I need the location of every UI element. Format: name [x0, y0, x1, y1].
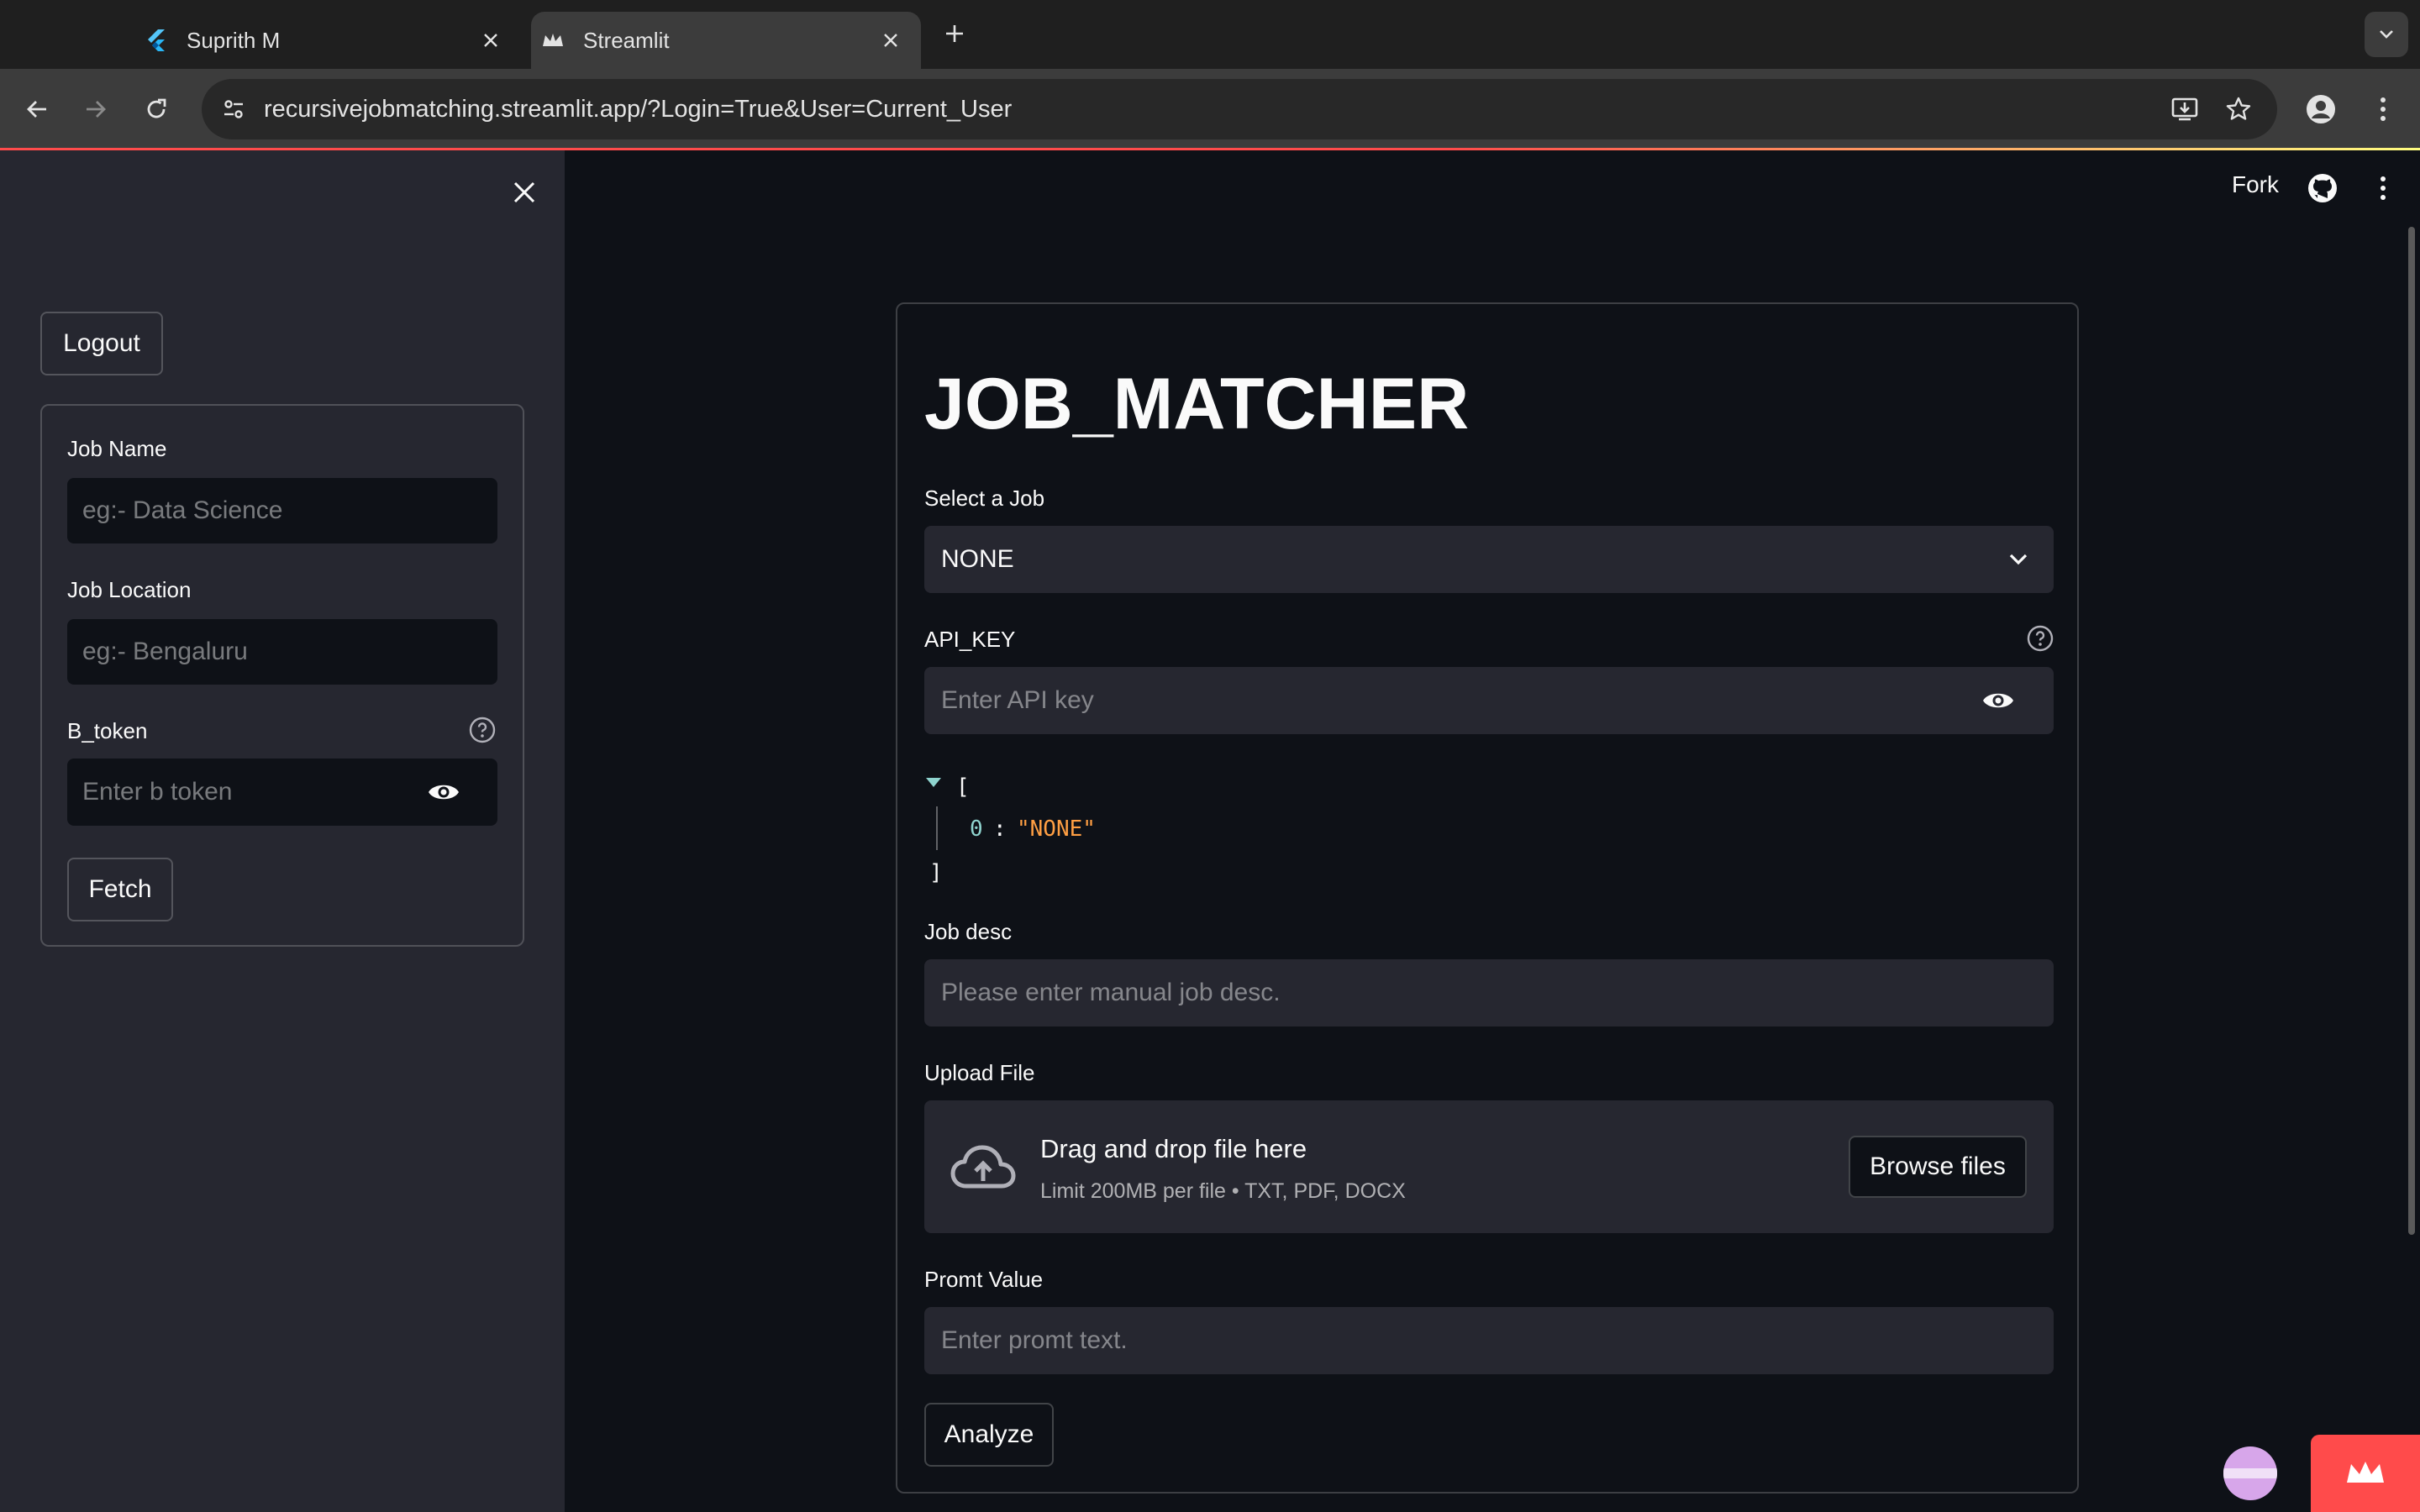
dropzone-title: Drag and drop file here [1040, 1134, 1307, 1163]
json-value: "NONE" [1017, 816, 1096, 842]
prompt-value-label: Promt Value [924, 1267, 1044, 1292]
chevron-down-icon [2002, 543, 2035, 576]
browse-files-button[interactable]: Browse files [1849, 1136, 2027, 1198]
api-key-label: API_KEY [924, 627, 1016, 652]
show-password-eye-icon[interactable] [424, 772, 464, 812]
fetch-job-form: Job Name eg:- Data Science Job Location … [40, 404, 524, 947]
sidebar: Logout Job Name eg:- Data Science Job Lo… [0, 150, 565, 1512]
cloud-upload-icon [950, 1145, 1016, 1189]
json-colon: : [993, 816, 1007, 842]
json-open-bracket: [ [956, 774, 970, 800]
dropzone-limit-text: Limit 200MB per file • TXT, PDF, DOCX [1040, 1179, 1406, 1203]
analyze-button[interactable]: Analyze [924, 1403, 1054, 1467]
collapse-triangle-icon[interactable] [924, 774, 943, 791]
browser-menu-icon[interactable] [2360, 86, 2407, 133]
json-indent-guide [936, 806, 938, 850]
streamlit-crown-icon [539, 27, 566, 54]
github-icon[interactable] [2304, 170, 2341, 207]
help-icon[interactable] [469, 717, 496, 743]
scrollbar[interactable] [2408, 227, 2415, 1235]
forward-arrow-icon[interactable] [72, 86, 119, 133]
reload-icon[interactable] [133, 86, 180, 133]
json-key: 0 [970, 816, 983, 842]
tab-title: Streamlit [583, 27, 670, 53]
b-token-label: B_token [67, 718, 148, 743]
browser-toolbar: recursivejobmatching.streamlit.app/?Logi… [0, 69, 2420, 150]
close-tab-icon[interactable] [876, 25, 906, 55]
profile-icon[interactable] [2297, 86, 2344, 133]
tab-title: Suprith M [187, 27, 281, 53]
browser-tab-bar: Suprith M Streamlit [0, 0, 2420, 69]
install-app-icon[interactable] [2161, 86, 2208, 133]
site-settings-icon[interactable] [212, 87, 255, 131]
prompt-input[interactable]: Enter promt text. [924, 1307, 2054, 1374]
page-title: JOB_MATCHER [924, 364, 1470, 444]
job-desc-label: Job desc [924, 919, 1013, 944]
new-tab-icon[interactable] [938, 17, 971, 50]
flutter-icon [143, 27, 170, 54]
close-tab-icon[interactable] [476, 25, 506, 55]
file-dropzone[interactable]: Drag and drop file here Limit 200MB per … [924, 1100, 2054, 1233]
app-menu-icon[interactable] [2365, 170, 2402, 207]
show-password-eye-icon[interactable] [1978, 680, 2018, 721]
select-job-value: NONE [941, 545, 1014, 573]
select-job-dropdown[interactable]: NONE [924, 526, 2054, 593]
job-desc-input[interactable]: Please enter manual job desc. [924, 959, 2054, 1026]
url-text: recursivejobmatching.streamlit.app/?Logi… [264, 96, 1013, 123]
browser-tab-suprith[interactable]: Suprith M [134, 12, 521, 69]
job-location-input[interactable]: eg:- Bengaluru [67, 619, 497, 685]
job-name-label: Job Name [67, 436, 167, 461]
select-job-label: Select a Job [924, 486, 1045, 511]
logout-button[interactable]: Logout [40, 312, 163, 375]
fetch-button[interactable]: Fetch [67, 858, 173, 921]
upload-file-label: Upload File [924, 1060, 1035, 1085]
back-arrow-icon[interactable] [13, 86, 60, 133]
job-matcher-form: JOB_MATCHER Select a Job NONE API_KEY En… [896, 302, 2079, 1494]
streamlit-crown-icon [2347, 1462, 2384, 1483]
tab-search-chevron-icon[interactable] [2365, 12, 2408, 57]
job-location-label: Job Location [67, 577, 192, 602]
close-sidebar-icon[interactable] [504, 172, 544, 213]
job-name-input[interactable]: eg:- Data Science [67, 478, 497, 543]
json-viewer: [ 0 : "NONE" ] [924, 769, 1428, 895]
help-icon[interactable] [2027, 625, 2054, 652]
api-key-input[interactable]: Enter API key [924, 667, 2054, 734]
creator-avatar[interactable] [2223, 1446, 2277, 1500]
avatar-stripe [2223, 1468, 2277, 1478]
streamlit-badge[interactable] [2311, 1435, 2420, 1512]
address-bar[interactable]: recursivejobmatching.streamlit.app/?Logi… [202, 79, 2277, 139]
fork-link[interactable]: Fork [2232, 171, 2279, 198]
bookmark-star-icon[interactable] [2215, 86, 2262, 133]
json-close-bracket: ] [929, 860, 943, 885]
browser-tab-streamlit[interactable]: Streamlit [531, 12, 921, 69]
